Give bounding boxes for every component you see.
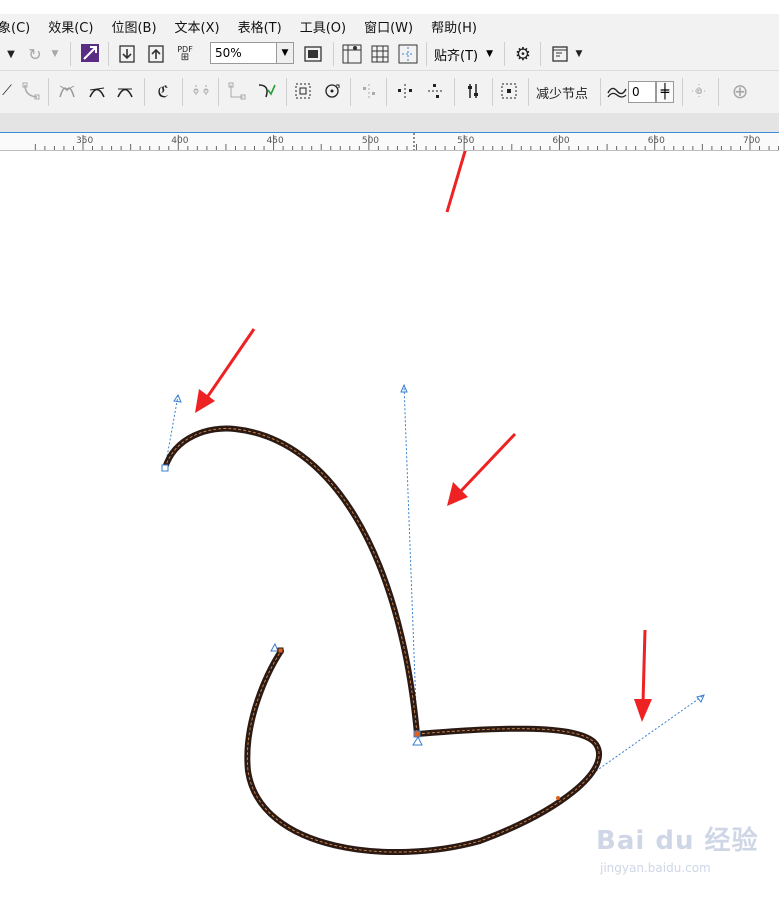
select-all-nodes-icon[interactable] xyxy=(498,80,520,102)
menu-effects[interactable]: 效果(C) xyxy=(48,17,93,36)
separator xyxy=(540,42,541,66)
annotation-arrow xyxy=(458,432,517,494)
menu-text[interactable]: 文本(X) xyxy=(175,17,220,36)
zoom-select[interactable]: 50% ▼ xyxy=(210,42,294,64)
chevron-down-icon: ▼ xyxy=(486,49,494,59)
control-handles[interactable] xyxy=(164,383,705,772)
mirror-vertical-icon[interactable] xyxy=(424,80,446,102)
drawing-canvas[interactable] xyxy=(0,113,779,905)
menu-bitmaps[interactable]: 位图(B) xyxy=(111,17,156,36)
rotate-nodes-icon[interactable] xyxy=(321,80,343,102)
line-node-icon[interactable]: ⟋ xyxy=(0,80,14,102)
align-nodes-icon[interactable] xyxy=(358,80,380,102)
symmetric-node-icon[interactable] xyxy=(114,80,136,102)
smoothness-slider-button[interactable]: ╪ xyxy=(656,81,674,103)
separator xyxy=(504,42,505,66)
dropdown-arrow-icon[interactable]: ▼ xyxy=(2,44,20,64)
separator xyxy=(144,78,145,106)
menu-tools[interactable]: 工具(O) xyxy=(300,17,346,36)
close-curve-icon[interactable] xyxy=(254,80,278,102)
separator xyxy=(600,78,601,106)
stretch-nodes-icon[interactable] xyxy=(292,80,314,102)
reduce-nodes-button[interactable]: 减少节点 xyxy=(536,71,588,113)
ruler-label: 500 xyxy=(362,136,379,146)
grid-icon[interactable] xyxy=(368,42,392,66)
separator xyxy=(286,78,287,106)
export-icon[interactable] xyxy=(145,43,167,65)
redo-dropdown-icon[interactable]: ▼ xyxy=(48,44,62,64)
elastic-mode-icon[interactable] xyxy=(462,80,484,102)
separator xyxy=(454,78,455,106)
horizontal-ruler[interactable]: 350 400 450 500 550 600 650 700 xyxy=(0,133,779,151)
watermark: Bai du 经验 jingyan.baidu.com xyxy=(596,820,759,875)
chevron-down-icon[interactable]: ▼ xyxy=(276,43,293,63)
ruler-icon[interactable] xyxy=(340,42,364,66)
align-icon[interactable] xyxy=(80,43,100,63)
watermark-url: jingyan.baidu.com xyxy=(600,861,711,875)
gear-icon[interactable]: ⚙ xyxy=(512,42,534,66)
ruler-label: 650 xyxy=(648,136,665,146)
pdf-icon[interactable]: PDF ⊞ xyxy=(173,42,197,66)
pdf-glyph: ⊞ xyxy=(180,52,190,63)
redo-icon[interactable]: ↻ xyxy=(24,43,46,65)
annotation-arrow xyxy=(204,328,256,400)
separator xyxy=(718,78,719,106)
zoom-value: 50% xyxy=(215,46,242,60)
curve-path[interactable] xyxy=(162,425,602,856)
curve-nodes[interactable] xyxy=(161,464,560,800)
menu-help[interactable]: 帮助(H) xyxy=(431,17,477,36)
window-icon[interactable] xyxy=(549,43,571,65)
menu-bar: 象(C) 效果(C) 位图(B) 文本(X) 表格(T) 工具(O) 窗口(W)… xyxy=(0,14,779,38)
annotation-arrow xyxy=(641,629,647,704)
snap-dropdown[interactable]: 贴齐(T) ▼ xyxy=(434,38,493,70)
add-icon[interactable]: ⊕ xyxy=(728,79,752,103)
curve-node-icon[interactable] xyxy=(20,80,42,102)
guides-icon[interactable] xyxy=(396,42,420,66)
ruler-label: 350 xyxy=(76,136,93,146)
snap-label: 贴齐(T) xyxy=(434,48,479,64)
reduce-nodes-label: 减少节点 xyxy=(536,86,589,102)
separator xyxy=(426,42,427,66)
separator xyxy=(333,42,334,66)
separator xyxy=(218,78,219,106)
smoothness-input[interactable]: 0 xyxy=(628,81,656,103)
smoothness-icon xyxy=(606,80,628,102)
separator xyxy=(528,78,529,106)
separator xyxy=(386,78,387,106)
import-icon[interactable] xyxy=(116,43,138,65)
separator xyxy=(70,42,71,66)
mirror-horizontal-icon[interactable] xyxy=(394,80,416,102)
title-strip xyxy=(0,0,779,14)
document-tab-bar xyxy=(0,113,779,134)
watermark-logo: Bai du 经验 xyxy=(596,826,759,856)
smooth-node-icon[interactable] xyxy=(86,80,108,102)
ruler-label: 700 xyxy=(743,136,760,146)
ruler-label: 600 xyxy=(552,136,569,146)
separator xyxy=(350,78,351,106)
separator xyxy=(48,78,49,106)
separator xyxy=(492,78,493,106)
separator xyxy=(108,42,109,66)
cusp-node-icon[interactable] xyxy=(56,80,78,102)
separator xyxy=(682,78,683,106)
ruler-ticks: 350 400 450 500 550 600 650 700 xyxy=(34,133,779,150)
chevron-down-icon[interactable]: ▼ xyxy=(572,44,586,64)
curve-drawing xyxy=(161,113,705,856)
annotation-arrow xyxy=(445,120,476,213)
extend-curve-icon[interactable] xyxy=(190,80,212,102)
menu-object[interactable]: 象(C) xyxy=(0,17,30,36)
separator xyxy=(182,78,183,106)
boundary-nodes-icon[interactable] xyxy=(688,80,710,102)
ruler-label: 400 xyxy=(171,136,188,146)
ruler-label: 550 xyxy=(457,136,474,146)
menu-window[interactable]: 窗口(W) xyxy=(364,17,413,36)
ruler-label: 450 xyxy=(267,136,284,146)
arrowhead-icon xyxy=(634,699,652,722)
reverse-direction-icon[interactable]: ℭ xyxy=(152,80,174,102)
extract-subpath-icon[interactable] xyxy=(226,80,248,102)
fullscreen-icon[interactable] xyxy=(302,43,324,65)
menu-table[interactable]: 表格(T) xyxy=(238,17,282,36)
